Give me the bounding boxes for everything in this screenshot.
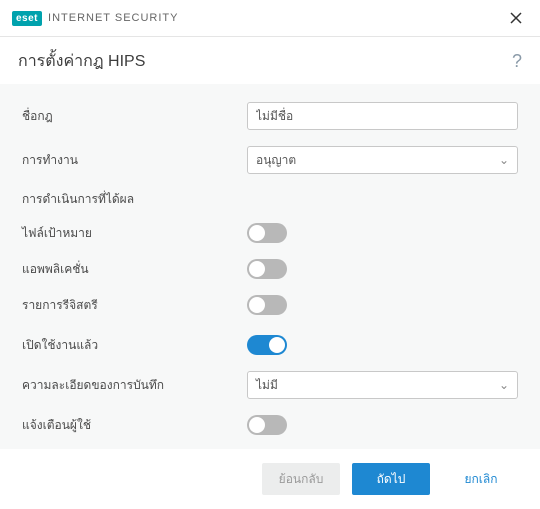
enabled-toggle[interactable] [247, 335, 287, 355]
row-action: การทำงาน อนุญาต ⌄ [22, 146, 518, 174]
close-icon [510, 12, 522, 24]
registry-label: รายการรีจิสตรี [22, 296, 247, 315]
chevron-down-icon: ⌄ [499, 378, 509, 392]
row-rule-name: ชื่อกฎ [22, 102, 518, 130]
applications-label: แอพพลิเคชั่น [22, 260, 247, 279]
action-select-value: อนุญาต [256, 151, 296, 170]
operations-section-label: การดำเนินการที่ได้ผล [22, 190, 518, 209]
back-button: ย้อนกลับ [262, 463, 340, 495]
titlebar: eset INTERNET SECURITY [0, 0, 540, 37]
action-label: การทำงาน [22, 151, 247, 170]
cancel-button[interactable]: ยกเลิก [442, 463, 520, 495]
page-title: การตั้งค่ากฎ HIPS [18, 49, 145, 74]
enabled-label: เปิดใช้งานแล้ว [22, 336, 247, 355]
log-detail-select-value: ไม่มี [256, 376, 278, 395]
applications-toggle[interactable] [247, 259, 287, 279]
row-applications: แอพพลิเคชั่น [22, 259, 518, 279]
log-detail-select[interactable]: ไม่มี ⌄ [247, 371, 518, 399]
help-button[interactable]: ? [512, 51, 522, 72]
row-notify: แจ้งเตือนผู้ใช้ [22, 415, 518, 435]
registry-toggle[interactable] [247, 295, 287, 315]
rule-name-label: ชื่อกฎ [22, 107, 247, 126]
log-detail-label: ความละเอียดของการบันทึก [22, 376, 247, 395]
close-button[interactable] [504, 6, 528, 30]
next-button[interactable]: ถัดไป [352, 463, 430, 495]
dialog-header: การตั้งค่ากฎ HIPS ? [0, 37, 540, 84]
app-logo: eset INTERNET SECURITY [12, 11, 179, 26]
dialog-footer: ย้อนกลับ ถัดไป ยกเลิก [0, 449, 540, 509]
notify-toggle[interactable] [247, 415, 287, 435]
action-select[interactable]: อนุญาต ⌄ [247, 146, 518, 174]
brand-badge: eset [12, 11, 42, 26]
rule-name-input[interactable] [247, 102, 518, 130]
row-enabled: เปิดใช้งานแล้ว [22, 335, 518, 355]
row-registry: รายการรีจิสตรี [22, 295, 518, 315]
target-files-label: ไฟล์เป้าหมาย [22, 224, 247, 243]
target-files-toggle[interactable] [247, 223, 287, 243]
form-content: ชื่อกฎ การทำงาน อนุญาต ⌄ การดำเนินการที่… [0, 84, 540, 449]
notify-label: แจ้งเตือนผู้ใช้ [22, 416, 247, 435]
brand-text: INTERNET SECURITY [48, 12, 178, 24]
row-target-files: ไฟล์เป้าหมาย [22, 223, 518, 243]
chevron-down-icon: ⌄ [499, 153, 509, 167]
row-log-detail: ความละเอียดของการบันทึก ไม่มี ⌄ [22, 371, 518, 399]
